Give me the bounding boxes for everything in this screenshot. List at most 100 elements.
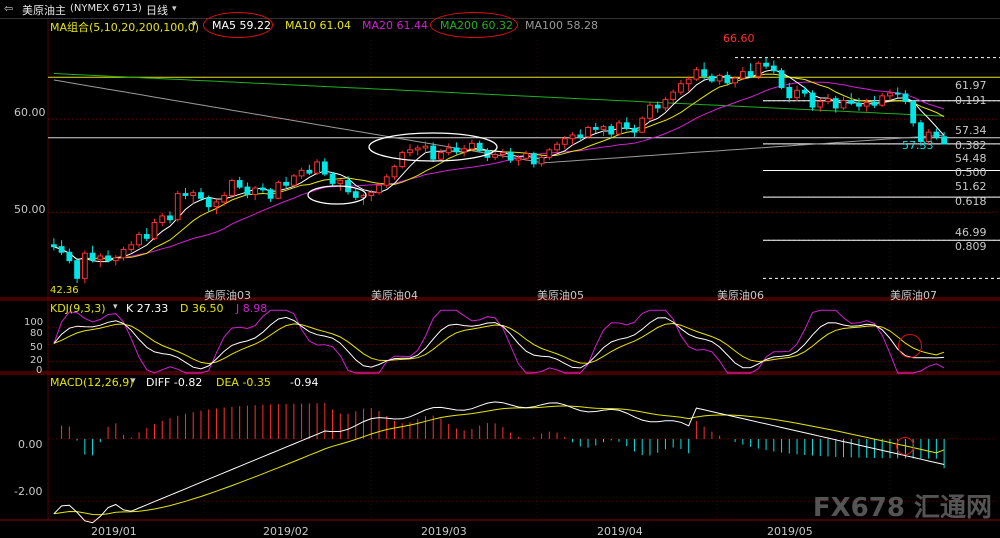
candle [515, 157, 522, 161]
period-selector[interactable]: 日线 [146, 2, 168, 18]
back-arrow-icon[interactable]: ⇦ [4, 2, 13, 15]
candle [739, 71, 746, 79]
candle [120, 248, 127, 259]
macd-tick: -2.00 [14, 485, 43, 498]
contract-label: 美原油04 [371, 289, 418, 302]
candle [701, 69, 708, 77]
instrument-name[interactable]: 美原油主 [22, 2, 66, 18]
candle [639, 117, 646, 133]
candle [887, 92, 893, 97]
candle [786, 86, 793, 99]
ma200-highlight-ring [430, 12, 518, 38]
candle [654, 104, 661, 109]
contract-label: 美原油06 [717, 289, 764, 302]
candle [840, 100, 847, 109]
contract-label: 美原油05 [537, 289, 584, 302]
kdj-tick: 0 [36, 365, 43, 376]
candle [585, 127, 591, 138]
candle [290, 175, 297, 186]
candle [848, 100, 855, 104]
candle [112, 257, 119, 262]
candle [879, 95, 886, 106]
candle [600, 126, 607, 130]
candle [321, 161, 328, 175]
candle [414, 147, 421, 151]
kdj-label[interactable]: KDJ(9,3,3) [50, 302, 106, 315]
candle [89, 252, 96, 261]
y-tick-60: 60.00 [14, 106, 46, 119]
chevron-down-icon[interactable]: ▾ [131, 376, 136, 386]
candle [894, 92, 901, 95]
candle [476, 142, 483, 152]
candle [708, 75, 715, 82]
low-label: 42.36 [50, 285, 79, 296]
candle [662, 99, 669, 109]
candle [182, 193, 189, 196]
candle [616, 122, 622, 135]
candle [507, 152, 514, 161]
ma-group-label[interactable]: MA组合(5,10,20,200,100,0) [50, 19, 199, 35]
candle [592, 127, 599, 130]
chevron-down-icon[interactable]: ▾ [192, 19, 197, 29]
ma5-highlight-ring [203, 12, 273, 38]
candle [817, 100, 824, 108]
candle [422, 145, 429, 149]
candle [763, 62, 769, 67]
x-axis-label: 2019/05 [767, 525, 813, 538]
macd-diff-line [53, 401, 945, 524]
candle [244, 186, 251, 196]
candle [685, 78, 692, 85]
last-price-label: 57.33 [902, 139, 934, 152]
candle [329, 173, 336, 184]
candle [546, 149, 553, 158]
candle [337, 180, 344, 184]
y-tick-50: 50.00 [14, 203, 46, 216]
fib-ratio-0.618: 0.618 [955, 195, 987, 208]
candle [941, 136, 948, 145]
candle [298, 169, 305, 177]
candle [499, 152, 506, 156]
candle [554, 143, 560, 151]
fib-ratio-0.382: 0.382 [955, 139, 987, 152]
candle [755, 62, 762, 77]
candle [352, 191, 359, 198]
candle [50, 244, 57, 248]
candle [933, 131, 940, 138]
candle [58, 246, 65, 253]
macd-highlight-ring [896, 437, 914, 455]
candle [794, 89, 800, 99]
candle [136, 234, 142, 246]
candle [438, 152, 444, 160]
candle [314, 161, 320, 174]
candle [902, 93, 909, 102]
candle [716, 74, 723, 82]
chevron-down-icon[interactable]: ▾ [113, 302, 118, 312]
price-chart[interactable] [0, 0, 1000, 538]
candle [871, 101, 878, 106]
candle [190, 192, 197, 196]
fib-value-46.99: 46.99 [955, 226, 987, 239]
fib-value-61.97: 61.97 [955, 79, 987, 92]
candle [368, 192, 375, 196]
macd-label[interactable]: MACD(12,26,9) [50, 376, 134, 389]
x-axis-label: 2019/04 [597, 525, 643, 538]
candle [801, 89, 808, 94]
candle [569, 134, 576, 140]
fib-value-57.34: 57.34 [955, 124, 987, 137]
candle [275, 181, 282, 199]
candle [221, 194, 228, 203]
x-axis-label: 2019/01 [91, 525, 137, 538]
macd-hist-value: -0.94 [290, 376, 319, 389]
candle [693, 69, 700, 80]
candle [608, 126, 615, 135]
high-label: 66.60 [723, 32, 755, 45]
candle [678, 83, 684, 93]
candle [856, 102, 862, 107]
macd-dea-line [53, 405, 945, 516]
candle [538, 156, 545, 165]
chevron-down-icon[interactable]: ▾ [172, 4, 177, 14]
candle [174, 193, 181, 221]
candle [105, 255, 111, 262]
candle [198, 192, 204, 199]
candle [159, 215, 166, 223]
